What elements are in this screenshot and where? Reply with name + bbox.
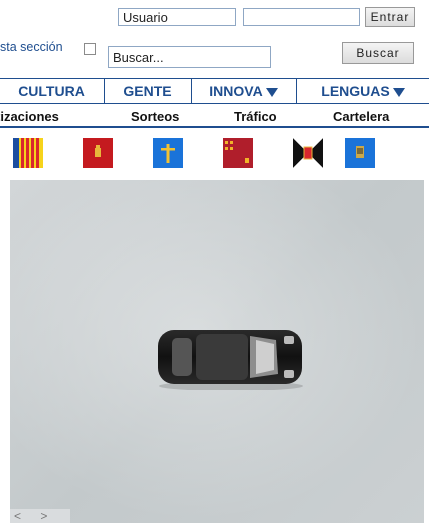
nav-item-gente[interactable]: GENTE bbox=[105, 79, 190, 103]
nav-item-label: CULTURA bbox=[18, 83, 85, 99]
search-button[interactable]: Buscar bbox=[342, 42, 414, 64]
search-scope-label: sta sección bbox=[0, 40, 63, 54]
username-field[interactable]: Usuario bbox=[118, 8, 236, 26]
nav-item-label: GENTE bbox=[123, 83, 172, 99]
murcia-flag-icon[interactable] bbox=[223, 138, 253, 168]
main-nav: CULTURA GENTE INNOVA LENGUAS bbox=[0, 78, 429, 104]
image-viewer[interactable] bbox=[10, 180, 424, 523]
secondary-links: tizaciones Sorteos Tráfico Cartelera bbox=[0, 108, 429, 128]
nav-item-label: LENGUAS bbox=[321, 83, 390, 99]
nav-item-innova[interactable]: INNOVA bbox=[192, 79, 295, 103]
dropdown-triangle-icon bbox=[265, 87, 278, 97]
nav-item-label: INNOVA bbox=[209, 83, 263, 99]
password-field[interactable] bbox=[243, 8, 360, 26]
dropdown-triangle-icon bbox=[392, 87, 405, 97]
link-trafico[interactable]: Tráfico bbox=[234, 109, 277, 124]
link-cotizaciones[interactable]: tizaciones bbox=[0, 109, 59, 124]
nav-item-cultura[interactable]: CULTURA bbox=[0, 79, 103, 103]
link-sorteos[interactable]: Sorteos bbox=[131, 109, 179, 124]
viewer-scroll-arrows[interactable]: < > bbox=[10, 509, 70, 523]
login-button[interactable]: Entrar bbox=[365, 7, 415, 27]
asturias-flag-icon[interactable] bbox=[153, 138, 183, 168]
valencia-flag-icon[interactable] bbox=[13, 138, 43, 168]
link-cartelera[interactable]: Cartelera bbox=[333, 109, 389, 124]
car-top-view-image bbox=[158, 330, 303, 390]
search-scope-checkbox[interactable] bbox=[84, 43, 96, 55]
ceuta-flag-icon[interactable] bbox=[293, 138, 323, 168]
search-input[interactable]: Buscar... bbox=[108, 46, 271, 68]
melilla-flag-icon[interactable] bbox=[345, 138, 375, 168]
nav-item-lenguas[interactable]: LENGUAS bbox=[297, 79, 429, 103]
madrid-region-flag-icon[interactable] bbox=[83, 138, 113, 168]
